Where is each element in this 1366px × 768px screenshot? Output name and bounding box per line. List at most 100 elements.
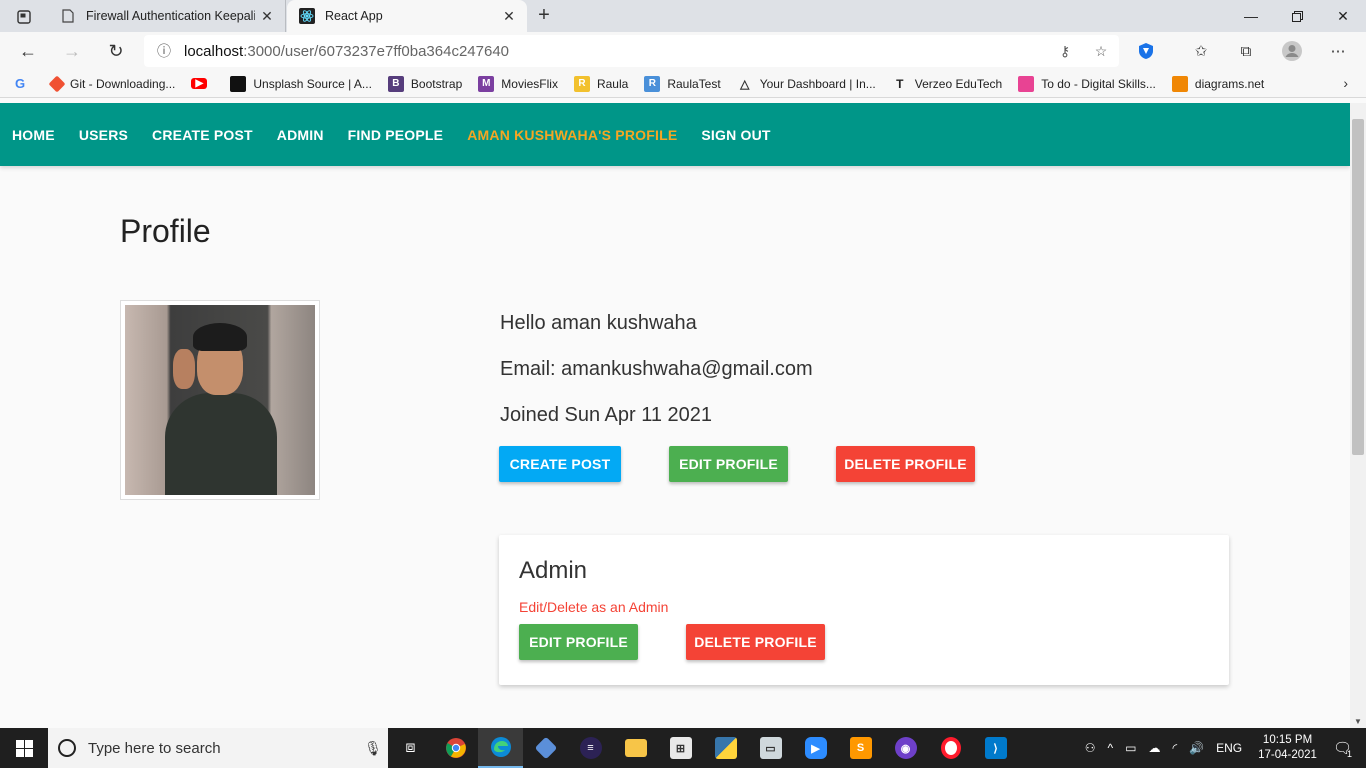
admin-card: Admin Edit/Delete as an Admin EDIT PROFI… [499,535,1229,685]
nav-home[interactable]: HOME [12,127,55,143]
close-icon[interactable]: ✕ [497,8,521,25]
admin-card-title: Admin [519,557,588,584]
new-tab-plus-icon[interactable]: + [532,4,556,28]
tab-title: React App [325,9,383,23]
microphone-icon[interactable]: 🎙 [358,740,388,757]
profile-avatar-icon[interactable] [1277,37,1307,65]
nav-sign-out[interactable]: SIGN OUT [701,127,770,143]
bookmark-dashboard[interactable]: △ Your Dashboard | In... [737,76,876,92]
bookmark-unsplash[interactable]: Unsplash Source | A... [230,75,372,92]
sublime-icon[interactable]: S [838,728,883,768]
email-text: Email: amankushwaha@gmail.com [500,358,813,380]
collections-icon[interactable]: ⧉ [1231,37,1261,65]
close-icon[interactable]: ✕ [255,8,279,25]
windows-start-icon[interactable] [0,728,48,768]
chevron-up-icon[interactable]: ^ [1108,741,1114,755]
restore-icon[interactable] [1274,0,1320,32]
bookmark-moviesflix[interactable]: M MoviesFlix [478,75,558,92]
google-icon: G [14,76,26,91]
taskbar-search[interactable]: Type here to search 🎙 [48,728,388,768]
bookmark-diagrams[interactable]: diagrams.net [1171,75,1264,92]
scroll-down-arrow-icon[interactable]: ▼ [1354,717,1362,726]
scrollbar-thumb[interactable] [1352,119,1364,455]
site-navbar: HOME USERS CREATE POST ADMIN FIND PEOPLE… [0,103,1350,166]
bookmark-bootstrap[interactable]: B Bootstrap [387,75,462,92]
bookmark-youtube[interactable]: ▶ [191,78,214,89]
bookmark-raulatest[interactable]: R RaulaTest [644,75,721,92]
google-bookmark[interactable]: G [12,76,35,92]
bookmark-verzeo[interactable]: T Verzeo EduTech [892,76,1002,92]
nav-profile[interactable]: AMAN KUSHWAHA'S PROFILE [467,127,677,143]
git-icon [48,75,66,92]
tab-react-app[interactable]: React App ✕ [287,0,527,32]
tab-firewall[interactable]: Firewall Authentication Keepalive ✕ [48,0,286,32]
chevron-right-icon[interactable]: › [1343,75,1348,91]
admin-edit-profile-button[interactable]: EDIT PROFILE [519,624,638,660]
windows-taskbar: Type here to search 🎙 ⧈ ≡ ⊞ ▭ ▶ S ◉ ⟩ ⚇ … [0,728,1366,768]
shield-extension-icon[interactable] [1131,37,1161,65]
store-icon[interactable]: ⊞ [658,728,703,768]
opera-icon[interactable] [928,728,973,768]
address-bar[interactable]: ⓘ localhost:3000/user/6073237e7ff0ba364c… [144,35,1119,67]
tab-actions-icon[interactable] [8,6,40,28]
raulatest-icon: R [644,75,661,92]
clock-date: 17-04-2021 [1258,749,1317,761]
remote-desktop-icon[interactable]: ▭ [748,728,793,768]
favorites-icon[interactable]: ✩ [1186,37,1216,65]
volume-icon[interactable]: 🔊 [1189,741,1204,755]
notifications-icon[interactable]: 🗨 1 [1333,739,1352,759]
page-scrollbar[interactable]: ▼ [1350,103,1366,728]
vscode-icon[interactable]: ⟩ [973,728,1018,768]
people-icon[interactable]: ⚇ [1085,741,1096,755]
eclipse-icon[interactable]: ≡ [568,728,613,768]
onedrive-icon[interactable]: ☁ [1149,741,1161,755]
tab-strip: Firewall Authentication Keepalive ✕ Reac… [0,0,1366,32]
page-title: Profile [120,213,211,249]
nav-admin[interactable]: ADMIN [277,127,324,143]
system-tray: ⚇ ^ ▭ ☁ ◜ 🔊 ENG 10:15 PM 17-04-2021 🗨 1 [1079,728,1366,768]
nav-create-post[interactable]: CREATE POST [152,127,253,143]
edit-profile-button[interactable]: EDIT PROFILE [669,446,788,482]
greeting-text: Hello aman kushwaha [500,312,697,334]
edge-icon[interactable] [478,728,523,768]
3d-box-icon[interactable] [523,728,568,768]
url-text[interactable]: localhost:3000/user/6073237e7ff0ba364c24… [184,43,1047,60]
react-icon [299,8,315,24]
zoom-icon[interactable]: ▶ [793,728,838,768]
file-explorer-icon[interactable] [613,728,658,768]
todo-icon [1018,75,1035,92]
nav-find-people[interactable]: FIND PEOPLE [348,127,444,143]
python-icon[interactable] [703,728,748,768]
add-favorite-icon[interactable]: ☆ [1083,43,1119,60]
info-icon[interactable]: ⓘ [144,41,184,61]
minimize-icon[interactable]: — [1228,0,1274,32]
verzeo-icon: T [896,76,904,91]
bookmark-git[interactable]: Git - Downloading... [48,75,175,92]
page-icon [60,8,76,24]
chrome-icon[interactable] [433,728,478,768]
browser-toolbar: ← → ↻ ⓘ localhost:3000/user/6073237e7ff0… [0,32,1366,70]
more-menu-icon[interactable]: ⋯ [1323,37,1353,65]
nav-users[interactable]: USERS [79,127,128,143]
search-icon [58,739,76,757]
refresh-icon[interactable]: ↻ [102,37,130,65]
create-post-button[interactable]: CREATE POST [499,446,621,482]
bookmark-todo[interactable]: To do - Digital Skills... [1018,75,1156,92]
bookmark-raula[interactable]: R Raula [573,75,628,92]
tab-title: Firewall Authentication Keepalive [86,9,255,23]
close-window-icon[interactable]: ✕ [1320,0,1366,32]
joined-text: Joined Sun Apr 11 2021 [500,404,713,426]
forward-icon[interactable]: → [58,37,86,65]
delete-profile-button[interactable]: DELETE PROFILE [836,446,975,482]
language-indicator[interactable]: ENG [1216,741,1242,755]
back-icon[interactable]: ← [14,37,42,65]
github-icon[interactable]: ◉ [883,728,928,768]
wifi-icon[interactable]: ◜ [1173,741,1178,755]
admin-delete-profile-button[interactable]: DELETE PROFILE [686,624,825,660]
key-icon[interactable]: ⚷ [1047,43,1083,60]
battery-icon[interactable]: ▭ [1125,741,1136,755]
diagrams-icon [1171,75,1188,92]
clock[interactable]: 10:15 PM 17-04-2021 [1258,733,1317,763]
page-viewport: HOME USERS CREATE POST ADMIN FIND PEOPLE… [0,103,1350,728]
task-view-icon[interactable]: ⧈ [388,728,433,768]
